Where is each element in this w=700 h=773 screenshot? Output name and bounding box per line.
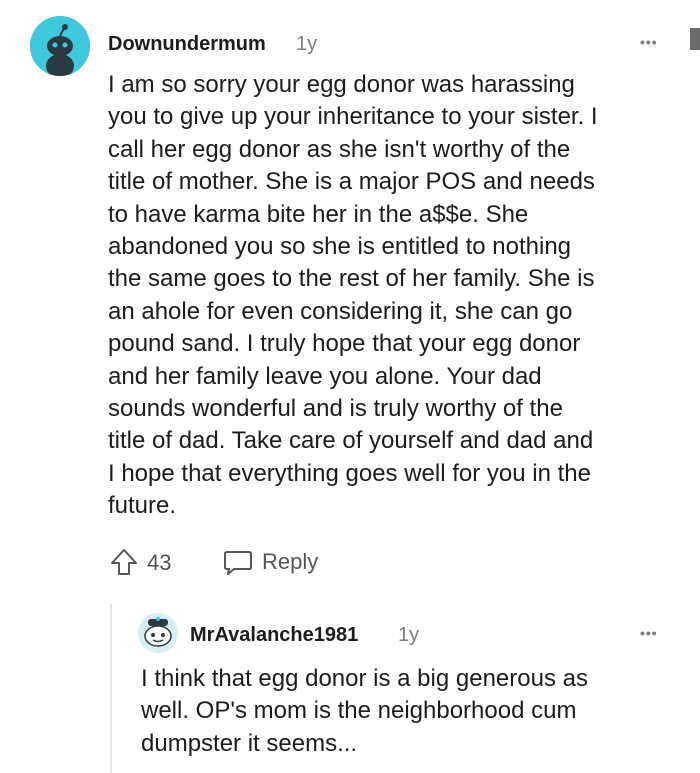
comment-body-line: an ahole for even considering it, she ca… — [108, 297, 573, 325]
upvote-button[interactable] — [108, 546, 140, 578]
reply-button[interactable] — [222, 546, 254, 578]
reply-avatar[interactable] — [138, 613, 178, 653]
comment-body-line: title of mother. She is a major POS and … — [108, 168, 595, 196]
comment-body-line: I am so sorry your egg donor was harassi… — [108, 71, 575, 98]
reply-body-line: well. OP's mom is the neighborhood cum — [141, 697, 577, 725]
comment-body-line: future. — [108, 492, 177, 520]
snoo-avatar-icon — [30, 16, 90, 76]
comment-body: I am so sorry your egg donor was harassi… — [108, 69, 598, 523]
reply-body: I think that egg donor is a big generous… — [141, 663, 588, 760]
reply-label[interactable]: Reply — [262, 549, 318, 575]
reply-body-line: dumpster it seems... — [141, 729, 358, 757]
comment-body-line: abandoned you so she is entitled to noth… — [108, 233, 572, 261]
reply-body-line: I think that egg donor is a big generous… — [141, 665, 588, 692]
reply-more-options-icon[interactable]: ••• — [640, 625, 658, 641]
reply-age: 1y — [398, 624, 420, 646]
thread-line — [110, 604, 112, 773]
comment-body-line: I hope that everything goes well for you… — [108, 459, 591, 487]
comment-body-line: title of dad. Take care of yourself and … — [108, 427, 594, 455]
comment-body-line: you to give up your inheritance to your … — [108, 103, 598, 131]
snoo-avatar-icon — [138, 613, 178, 653]
speech-bubble-icon — [224, 551, 252, 575]
comment-body-line: sounds wonderful and is truly worthy of … — [108, 395, 563, 423]
comment-username[interactable]: Downundermum — [108, 33, 266, 56]
avatar[interactable] — [30, 16, 90, 76]
upvote-arrow-icon — [111, 549, 137, 575]
scrollbar[interactable] — [690, 28, 700, 50]
comment-body-line: and her family leave you alone. Your dad — [108, 362, 542, 390]
comment-body-line: the same goes to the rest of her family.… — [108, 265, 595, 293]
comment-body-line: pound sand. I truly hope that your egg d… — [108, 330, 581, 358]
comment-body-line: call her egg donor as she isn't worthy o… — [108, 135, 571, 163]
comment-body-line: to have karma bite her in the a$$e. She — [108, 200, 529, 228]
vote-count: 43 — [147, 550, 172, 575]
comment-age: 1y — [296, 33, 318, 55]
reply-username[interactable]: MrAvalanche1981 — [190, 624, 358, 647]
comment-more-options-icon[interactable]: ••• — [640, 34, 658, 50]
